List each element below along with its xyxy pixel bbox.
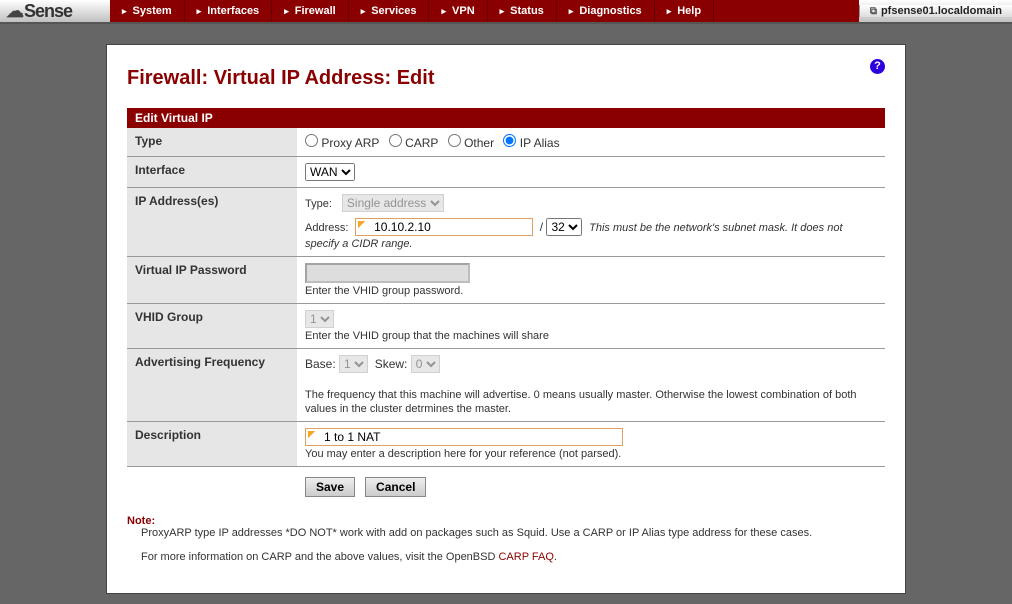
adv-base-label: Base: [305,357,336,371]
adv-skew-label: Skew: [375,357,408,371]
vip-pw-label: Virtual IP Password [127,257,297,304]
save-button[interactable]: Save [305,477,355,497]
adv-hint: The frequency that this machine will adv… [305,389,857,415]
top-bar: ☁Sense System Interfaces Firewall Servic… [0,0,1012,24]
interface-select[interactable]: WAN [305,163,355,181]
ip-type-label: Type: [305,198,332,210]
menu-bar: System Interfaces Firewall Services VPN … [110,0,859,22]
help-icon[interactable]: ? [870,59,885,74]
desc-hint: You may enter a description here for you… [305,448,621,460]
adv-base-select: 1 [339,355,368,373]
form-table: Type Proxy ARP CARP Other IP Alias Inter… [127,128,885,467]
note-label: Note: [127,515,155,527]
menu-help[interactable]: Help [655,0,714,22]
description-input[interactable] [305,428,623,446]
type-radio-carp[interactable] [389,134,402,147]
ip-cidr-select[interactable]: 32 [546,218,582,236]
ip-label: IP Address(es) [127,188,297,257]
vip-password-input [305,263,470,283]
ip-type-select: Single address [342,194,444,212]
hostname-label: pfsense01.localdomain [859,5,1012,17]
desc-label: Description [127,422,297,467]
type-radio-other[interactable] [448,134,461,147]
menu-diagnostics[interactable]: Diagnostics [557,0,655,22]
section-header: Edit Virtual IP [127,108,885,128]
note-line1: ProxyARP type IP addresses *DO NOT* work… [141,527,812,539]
carp-faq-link[interactable]: CARP FAQ [498,551,553,563]
adv-label: Advertising Frequency [127,349,297,422]
menu-system[interactable]: System [110,0,185,22]
page-title: Firewall: Virtual IP Address: Edit [127,67,885,90]
vhid-hint: Enter the VHID group that the machines w… [305,330,549,342]
type-radio-proxyarp[interactable] [305,134,318,147]
vhid-label: VHID Group [127,304,297,349]
type-radio-ipalias[interactable] [503,134,516,147]
menu-vpn[interactable]: VPN [429,0,487,22]
menu-interfaces[interactable]: Interfaces [185,0,273,22]
menu-status[interactable]: Status [488,0,557,22]
adv-skew-select: 0 [411,355,440,373]
note-line2a: For more information on CARP and the abo… [141,551,498,563]
menu-services[interactable]: Services [349,0,430,22]
type-field: Proxy ARP CARP Other IP Alias [297,128,885,157]
menu-firewall[interactable]: Firewall [272,0,349,22]
interface-label: Interface [127,157,297,188]
cancel-button[interactable]: Cancel [365,477,426,497]
content-card: ? Firewall: Virtual IP Address: Edit Edi… [106,44,906,594]
vip-pw-hint: Enter the VHID group password. [305,285,463,297]
ip-address-input[interactable] [355,218,533,236]
vhid-select: 1 [305,310,334,328]
type-label: Type [127,128,297,157]
note-line2b: . [554,551,557,563]
logo: ☁Sense [0,0,110,22]
note-block: Note: ProxyARP type IP addresses *DO NOT… [127,515,885,563]
ip-addr-label: Address: [305,222,348,234]
